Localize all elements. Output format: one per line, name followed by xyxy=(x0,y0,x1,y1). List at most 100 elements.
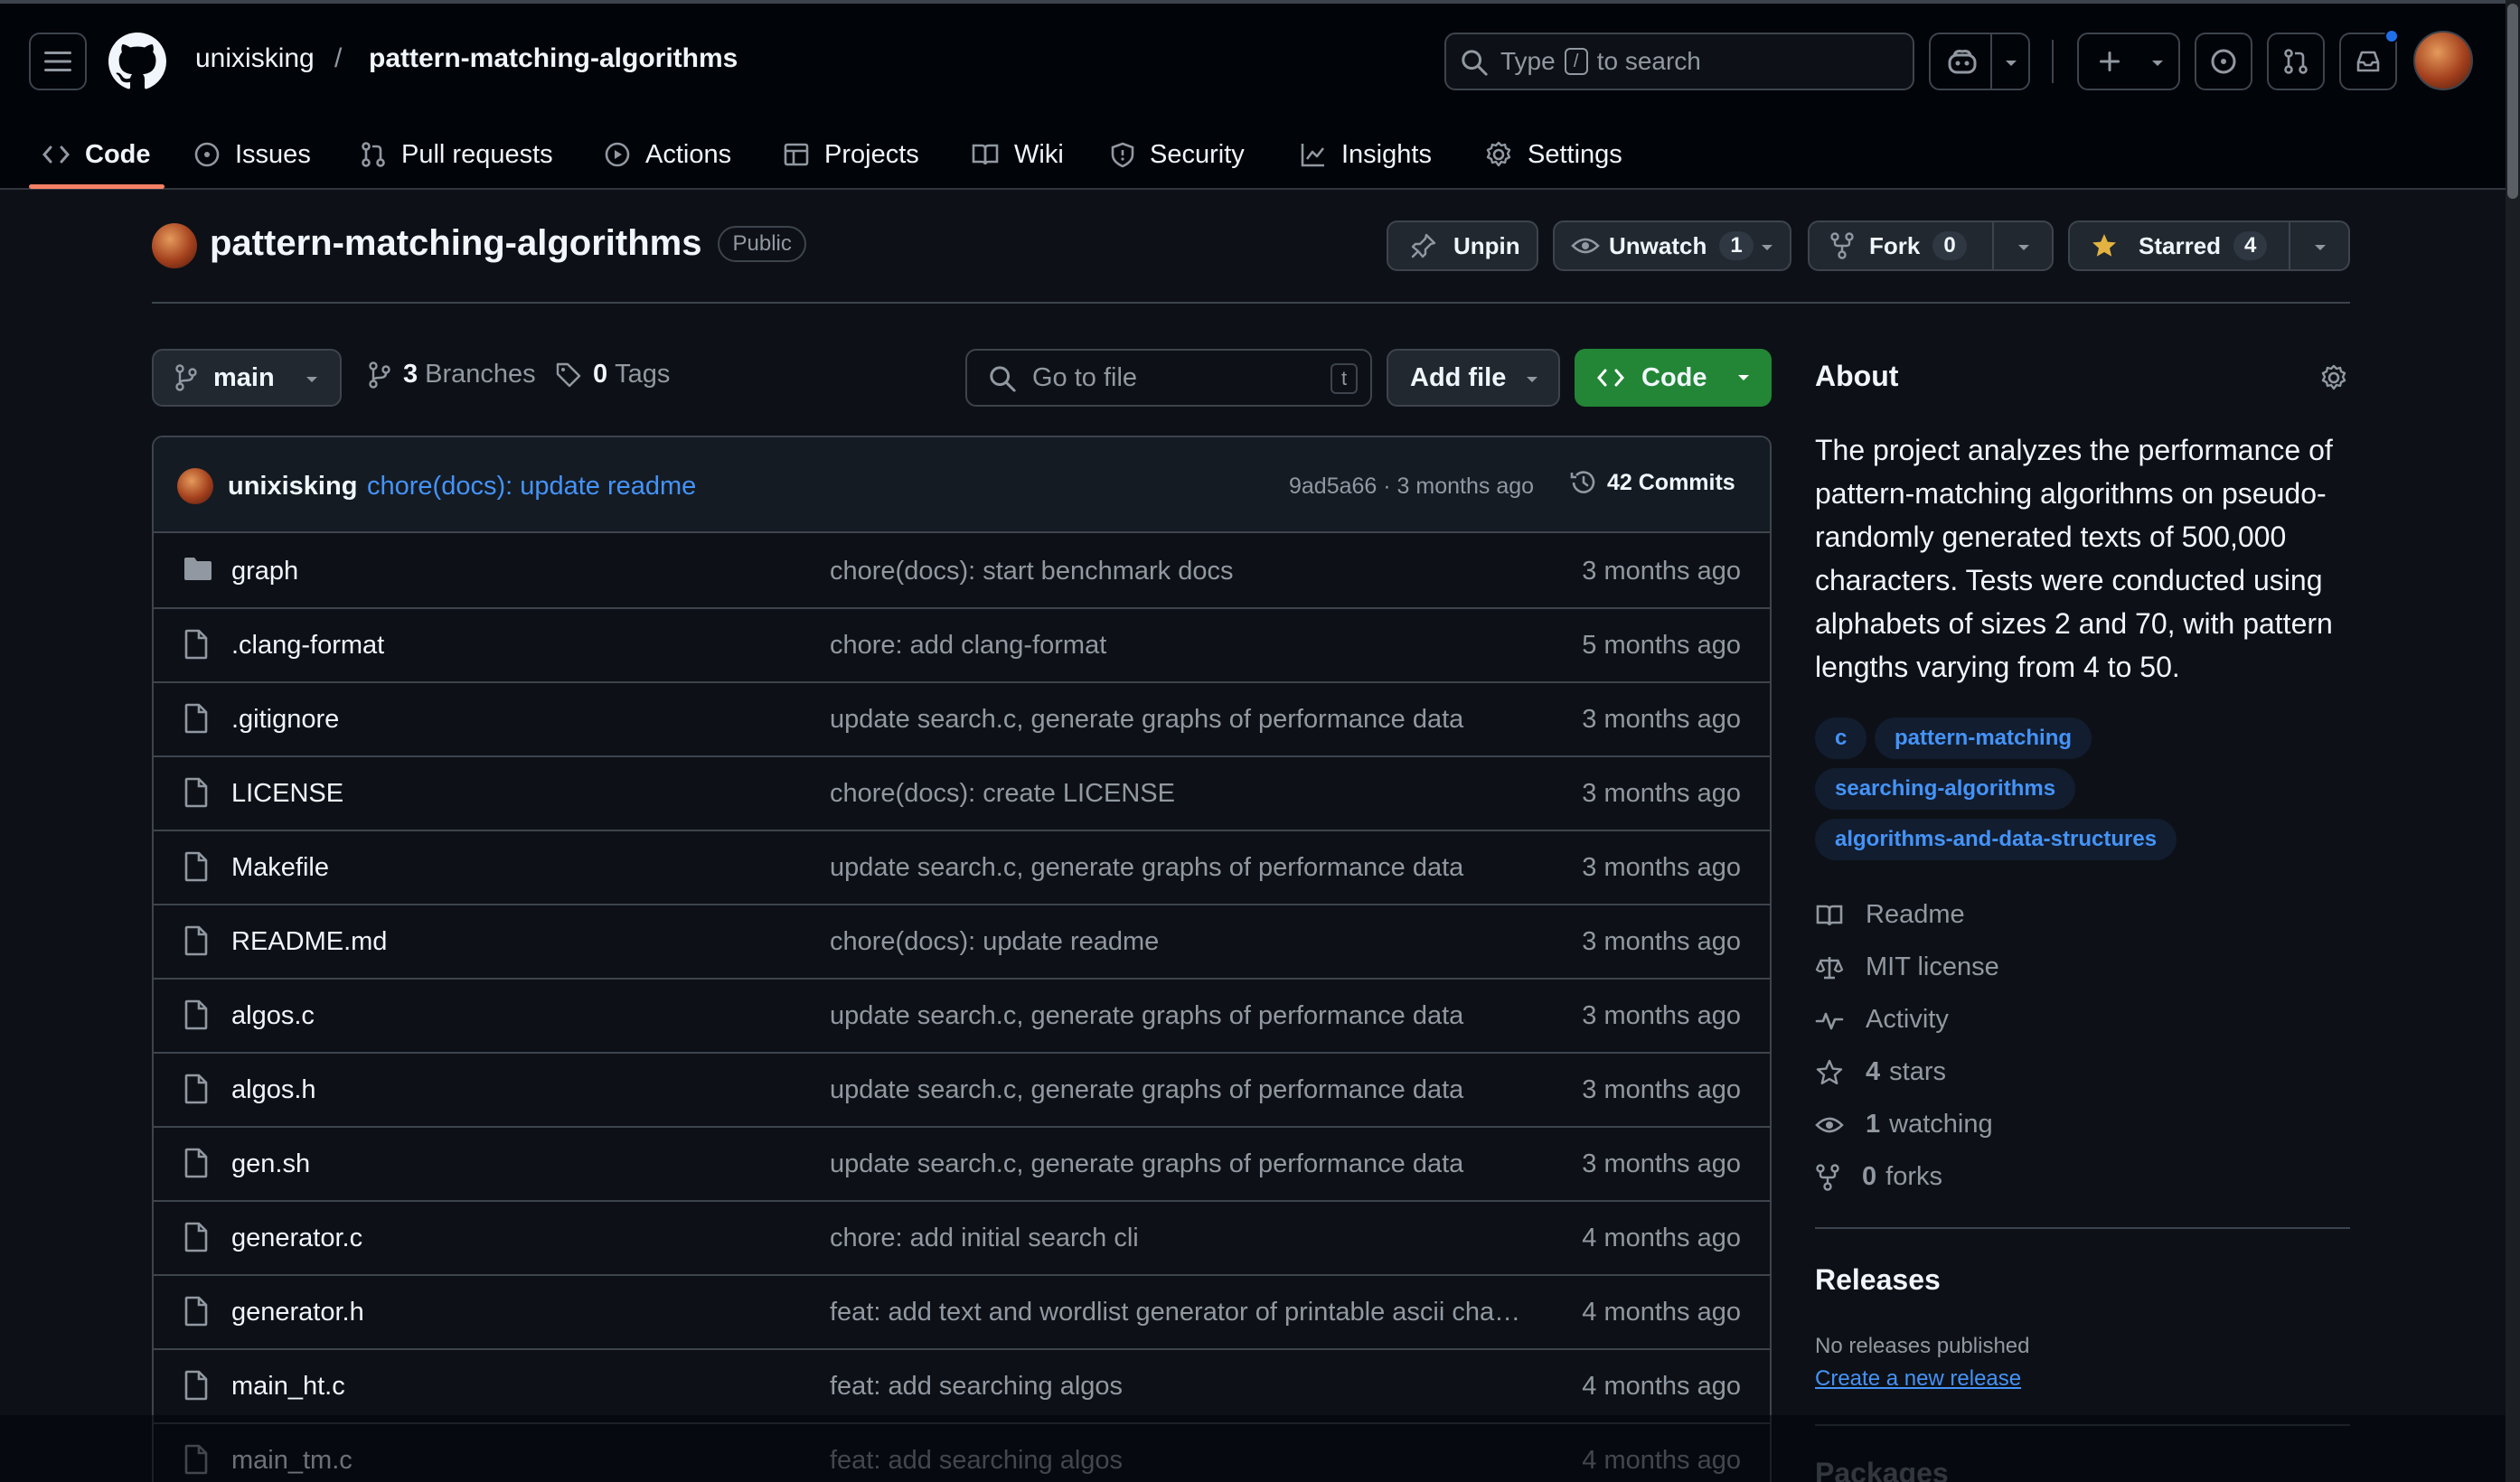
file-commit-message[interactable]: chore: add initial search cli xyxy=(830,1224,1526,1253)
file-name[interactable]: main_ht.c xyxy=(231,1372,345,1402)
about-title: About xyxy=(1815,360,1899,392)
file-commit-message[interactable]: chore(docs): create LICENSE xyxy=(830,779,1526,809)
global-search-input[interactable]: Type / to search xyxy=(1444,33,1914,90)
file-commit-message[interactable]: chore(docs): update readme xyxy=(830,927,1526,957)
chevron-down-icon[interactable] xyxy=(1759,242,1775,253)
commit-author[interactable]: unixisking xyxy=(228,472,357,502)
topic-tag[interactable]: pattern-matching xyxy=(1875,718,2092,759)
file-commit-message[interactable]: update search.c, generate graphs of perf… xyxy=(830,1001,1526,1031)
go-to-file-input[interactable]: Go to file t xyxy=(965,349,1372,407)
releases-title[interactable]: Releases xyxy=(1815,1263,1941,1297)
file-row[interactable]: algos.h update search.c, generate graphs … xyxy=(154,1054,1770,1128)
file-name[interactable]: LICENSE xyxy=(231,779,343,809)
chevron-down-icon[interactable] xyxy=(2003,58,2019,69)
readme-link[interactable]: Readme xyxy=(1815,900,1965,930)
pull-requests-button[interactable] xyxy=(2267,33,2325,90)
file-row[interactable]: README.md chore(docs): update readme 3 mon… xyxy=(154,905,1770,980)
topic-tag[interactable]: c xyxy=(1815,718,1867,759)
commits-link[interactable]: 42 Commits xyxy=(1569,468,1735,497)
file-commit-message[interactable]: update search.c, generate graphs of perf… xyxy=(830,1075,1526,1105)
file-row[interactable]: algos.c update search.c, generate graphs … xyxy=(154,980,1770,1054)
unpin-button[interactable]: Unpin xyxy=(1387,220,1538,271)
tab-projects[interactable]: Projects xyxy=(783,119,919,190)
packages-title[interactable]: Packages xyxy=(1815,1457,1949,1482)
tab-settings[interactable]: Settings xyxy=(1484,119,1622,190)
file-name[interactable]: Makefile xyxy=(231,853,329,883)
file-row[interactable]: LICENSE chore(docs): create LICENSE 3 mont… xyxy=(154,757,1770,831)
file-name[interactable]: README.md xyxy=(231,927,387,957)
starred-button[interactable]: Starred 4 xyxy=(2068,220,2350,271)
tags-link[interactable]: 0 Tags xyxy=(555,360,670,389)
file-row[interactable]: .gitignore update search.c, generate grap… xyxy=(154,683,1770,757)
copilot-button[interactable] xyxy=(1929,33,2030,90)
topic-tag[interactable]: searching-algorithms xyxy=(1815,768,2076,810)
file-commit-message[interactable]: update search.c, generate graphs of perf… xyxy=(830,853,1526,883)
file-commit-message[interactable]: update search.c, generate graphs of perf… xyxy=(830,705,1526,735)
file-row[interactable]: main_tm.c feat: add searching algos 4 mont… xyxy=(154,1424,1770,1482)
global-header: unixisking / pattern-matching-algorithms… xyxy=(0,0,2520,190)
tab-pull-requests[interactable]: Pull requests xyxy=(360,119,553,190)
file-commit-message[interactable]: update search.c, generate graphs of perf… xyxy=(830,1149,1526,1179)
chevron-down-icon[interactable] xyxy=(2312,242,2328,253)
file-commit-message[interactable]: chore: add clang-format xyxy=(830,631,1526,661)
add-file-button[interactable]: Add file xyxy=(1387,349,1560,407)
stars-link[interactable]: 4 stars xyxy=(1815,1057,1946,1087)
tags-count: 0 xyxy=(593,360,608,389)
code-button-label: Code xyxy=(1641,362,1707,392)
file-commit-message[interactable]: feat: add searching algos xyxy=(830,1446,1526,1476)
tab-code[interactable]: Code xyxy=(42,119,151,190)
tab-actions[interactable]: Actions xyxy=(604,119,731,190)
branches-link[interactable]: 3 Branches xyxy=(367,360,536,389)
fork-button[interactable]: Fork 0 xyxy=(1808,220,2054,271)
forks-link[interactable]: 0 forks xyxy=(1815,1162,1942,1192)
file-row[interactable]: graph chore(docs): start benchmark docs 3 … xyxy=(154,535,1770,609)
file-name[interactable]: graph xyxy=(231,557,298,586)
file-name[interactable]: .clang-format xyxy=(231,631,384,661)
chevron-down-icon[interactable] xyxy=(2016,242,2032,253)
file-row[interactable]: .clang-format chore: add clang-format 5 mo… xyxy=(154,609,1770,683)
tab-insights[interactable]: Insights xyxy=(1300,119,1432,190)
file-name[interactable]: gen.sh xyxy=(231,1149,310,1179)
file-name[interactable]: generator.c xyxy=(231,1224,362,1253)
branch-selector[interactable]: main xyxy=(152,349,342,407)
issues-button[interactable] xyxy=(2195,33,2252,90)
file-row[interactable]: generator.h feat: add text and wordlist g… xyxy=(154,1276,1770,1350)
unwatch-button[interactable]: Unwatch 1 xyxy=(1553,220,1791,271)
file-row[interactable]: gen.sh update search.c, generate graphs o… xyxy=(154,1128,1770,1202)
commit-message-link[interactable]: chore(docs): update readme xyxy=(367,472,696,502)
tab-security[interactable]: Security xyxy=(1110,119,1245,190)
file-row[interactable]: Makefile update search.c, generate graphs… xyxy=(154,831,1770,905)
breadcrumb-repo[interactable]: pattern-matching-algorithms xyxy=(369,43,738,74)
file-name[interactable]: generator.h xyxy=(231,1298,364,1327)
repo-name[interactable]: pattern-matching-algorithms xyxy=(210,223,701,264)
file-name[interactable]: algos.c xyxy=(231,1001,315,1031)
file-name[interactable]: algos.h xyxy=(231,1075,316,1105)
file-name[interactable]: .gitignore xyxy=(231,705,339,735)
file-commit-message[interactable]: feat: add text and wordlist generator of… xyxy=(830,1298,1526,1327)
file-commit-message[interactable]: feat: add searching algos xyxy=(830,1372,1526,1402)
license-link[interactable]: MIT license xyxy=(1815,952,1999,982)
commit-hash-time[interactable]: 9ad5a66 · 3 months ago xyxy=(1289,474,1534,500)
file-name[interactable]: main_tm.c xyxy=(231,1446,353,1476)
file-row[interactable]: main_ht.c feat: add searching algos 4 mont… xyxy=(154,1350,1770,1424)
breadcrumb-owner[interactable]: unixisking xyxy=(195,43,315,74)
code-dropdown-button[interactable]: Code xyxy=(1575,349,1772,407)
user-avatar[interactable] xyxy=(2413,31,2473,90)
repo-owner-avatar[interactable] xyxy=(152,223,197,268)
menu-button[interactable] xyxy=(29,33,87,90)
watching-link[interactable]: 1 watching xyxy=(1815,1110,1993,1140)
topic-tag[interactable]: algorithms-and-data-structures xyxy=(1815,819,2177,860)
gear-icon[interactable] xyxy=(2319,363,2348,392)
github-logo-icon[interactable] xyxy=(108,33,166,90)
file-commit-message[interactable]: chore(docs): start benchmark docs xyxy=(830,557,1526,586)
create-new-button[interactable] xyxy=(2077,33,2180,90)
create-release-link[interactable]: Create a new release xyxy=(1815,1366,2021,1392)
activity-link[interactable]: Activity xyxy=(1815,1005,1949,1035)
file-row[interactable]: generator.c chore: add initial search cli… xyxy=(154,1202,1770,1276)
commit-author-avatar[interactable] xyxy=(177,468,213,504)
tab-issues[interactable]: Issues xyxy=(193,119,311,190)
stars-count: 4 xyxy=(1866,1057,1881,1086)
page-scrollbar[interactable] xyxy=(2506,0,2520,1482)
scrollbar-thumb[interactable] xyxy=(2507,4,2518,199)
tab-wiki[interactable]: Wiki xyxy=(971,119,1064,190)
